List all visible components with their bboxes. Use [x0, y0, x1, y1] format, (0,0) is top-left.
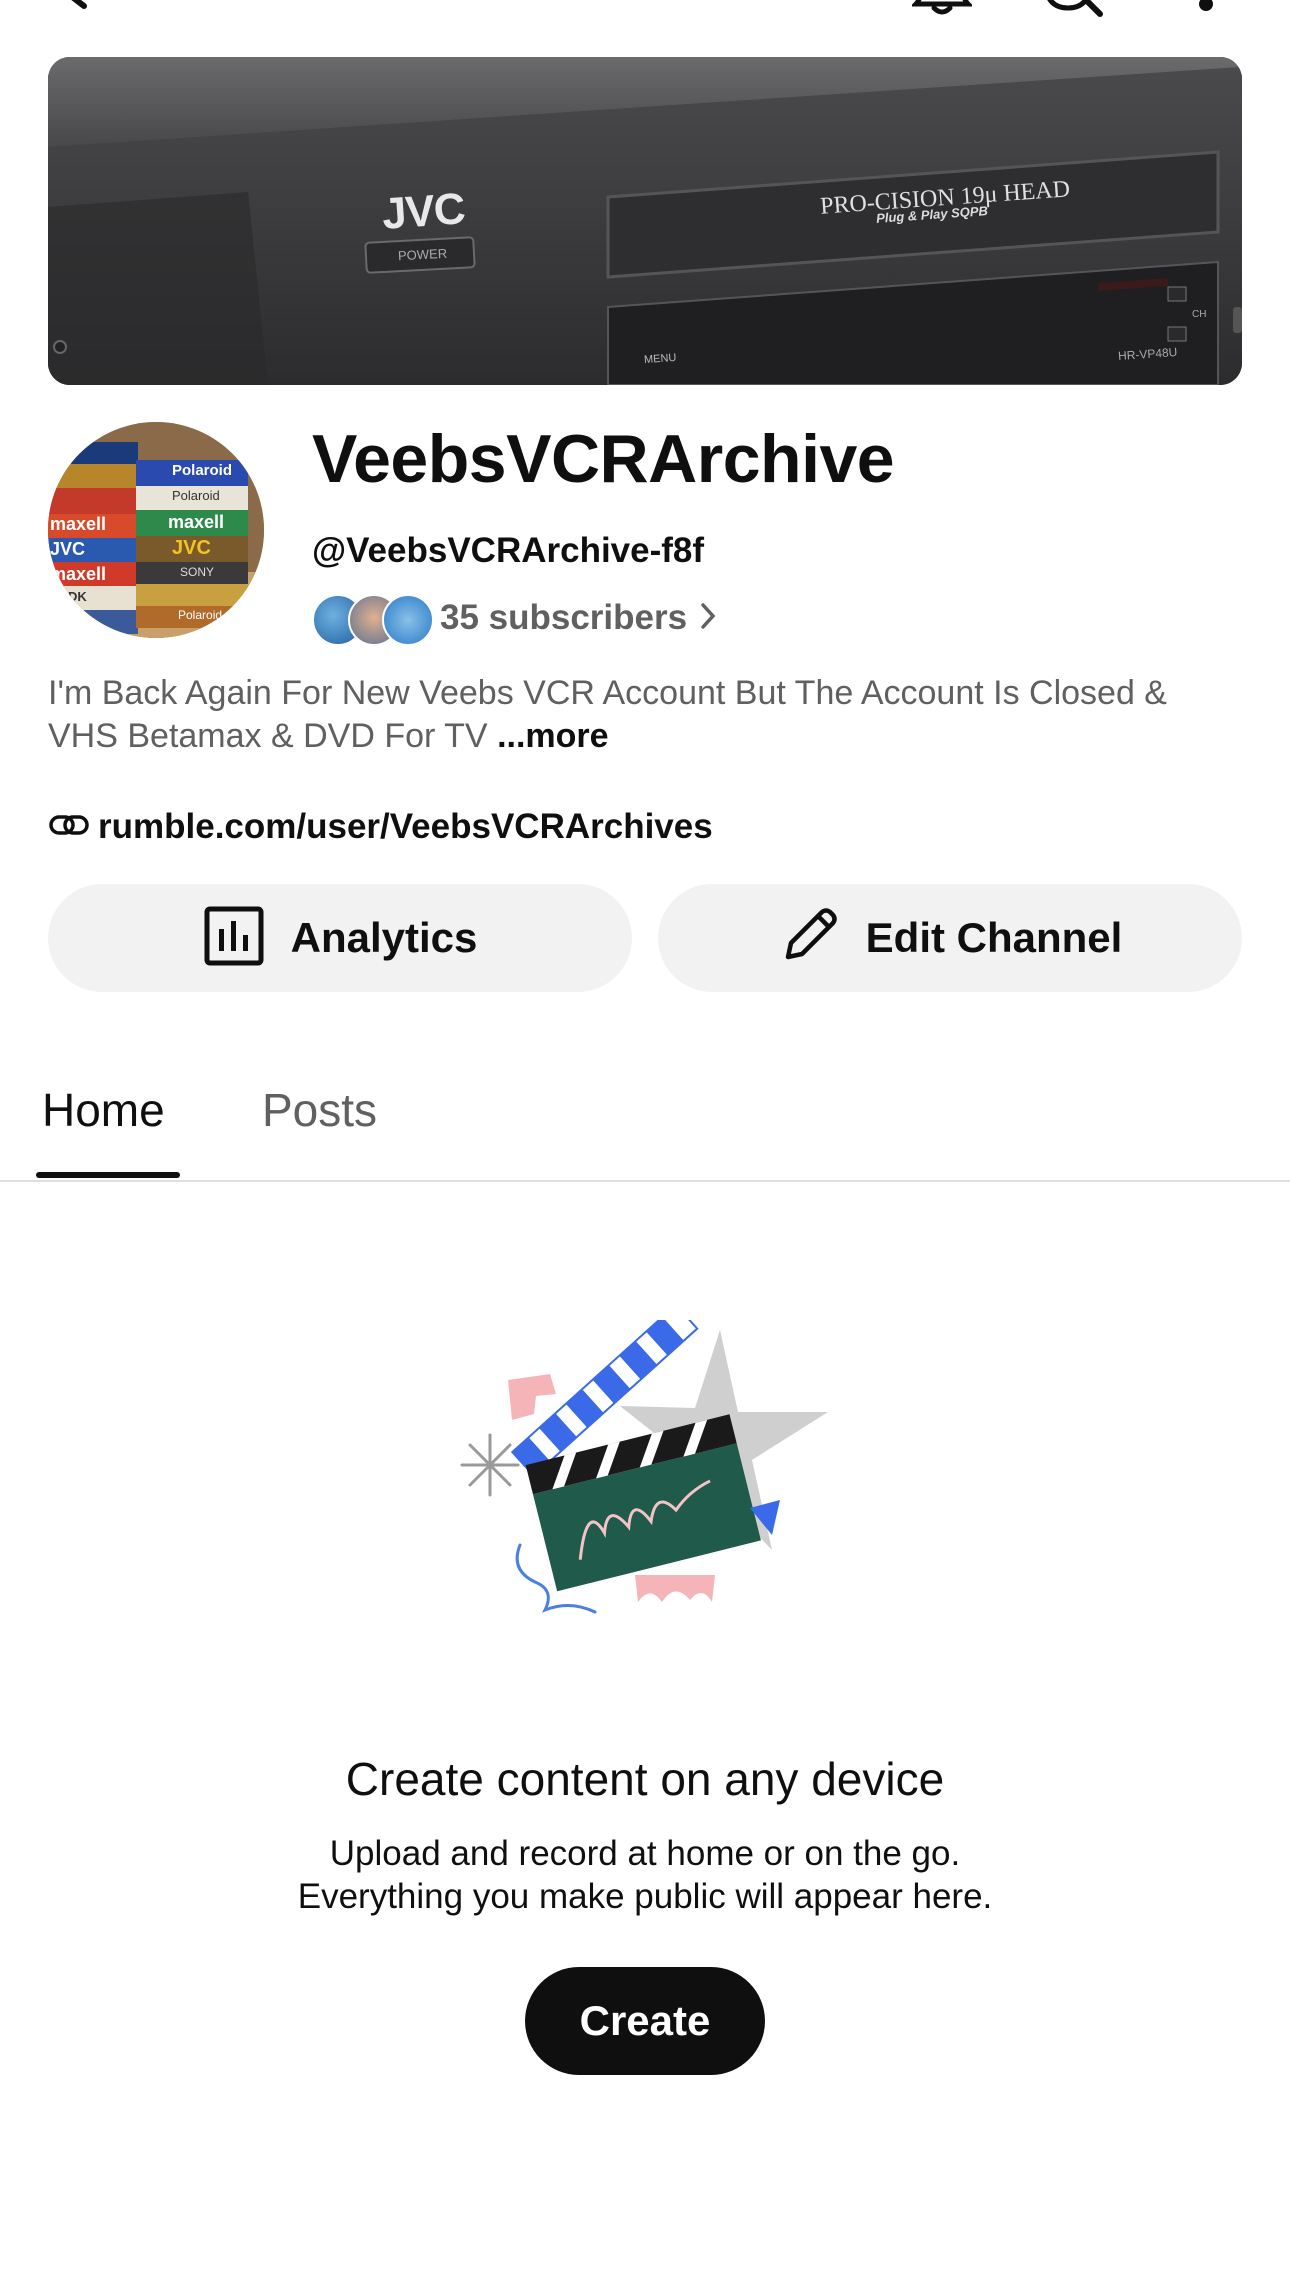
channel-handle: @VeebsVCRArchive-f8f	[312, 531, 705, 570]
tape-label: maxell	[168, 512, 225, 532]
edit-channel-label: Edit Channel	[865, 914, 1123, 961]
analytics-label: Analytics	[290, 914, 478, 961]
tape-label: Polaroid	[172, 488, 220, 503]
tape-label: TDK	[60, 589, 87, 604]
edit-channel-button[interactable]: Edit Channel	[658, 884, 1242, 992]
tape-label: Polaroid	[178, 608, 223, 622]
subscriber-avatars	[312, 592, 434, 646]
tape-label: maxell	[50, 514, 107, 534]
chevron-right-icon	[701, 602, 716, 634]
banner-brand: JVC	[380, 184, 467, 239]
tape-label: Polaroid	[172, 462, 233, 479]
channel-avatar[interactable]: Polaroid Polaroid maxell JVC SONY Polaro…	[48, 422, 264, 638]
subscriber-count: 35 subscribers	[440, 598, 688, 637]
tab-posts[interactable]: Posts	[262, 1083, 377, 1137]
channel-banner[interactable]: JVC POWER PRO-CISION 19μ HEAD Plug & Pla…	[48, 57, 1242, 385]
subscribers-row[interactable]: 35 subscribers	[312, 592, 716, 646]
more-link[interactable]: ...more	[497, 717, 608, 755]
banner-power-label: POWER	[397, 245, 448, 264]
channel-link[interactable]: rumble.com/user/VeebsVCRArchives	[48, 802, 713, 852]
more-vert-icon[interactable]	[1196, 0, 1216, 16]
analytics-button[interactable]: Analytics	[48, 884, 632, 992]
tape-label: maxell	[50, 564, 107, 584]
empty-state-line: Everything you make public will appear h…	[297, 1877, 993, 1916]
tape-label: SONY	[180, 565, 215, 579]
analytics-icon	[203, 905, 265, 972]
pencil-icon	[778, 905, 840, 972]
link-icon	[48, 811, 90, 844]
search-icon[interactable]	[1042, 0, 1106, 26]
banner-menu-label: MENU	[643, 351, 677, 367]
tabs-divider	[0, 1180, 1290, 1182]
clapperboard-illustration	[450, 1303, 840, 1620]
subscriber-avatar	[382, 594, 434, 646]
back-arrow-icon[interactable]	[44, 0, 94, 26]
channel-name: VeebsVCRArchive	[312, 421, 895, 497]
tab-home[interactable]: Home	[42, 1083, 165, 1137]
empty-state-line: Upload and record at home or on the go.	[329, 1834, 961, 1873]
bell-icon[interactable]	[909, 0, 975, 26]
banner-ch-label: CH	[1192, 309, 1207, 320]
active-tab-indicator	[36, 1172, 180, 1178]
link-text: rumble.com/user/VeebsVCRArchives	[98, 807, 713, 846]
create-button[interactable]: Create	[525, 1967, 765, 2075]
tape-label: JVC	[172, 537, 211, 559]
channel-description[interactable]: I'm Back Again For New Veebs VCR Account…	[48, 672, 1228, 758]
tape-label: JVC	[50, 539, 86, 559]
empty-state-subtitle: Upload and record at home or on the go. …	[0, 1832, 1290, 1918]
empty-state-title: Create content on any device	[345, 1753, 945, 1805]
